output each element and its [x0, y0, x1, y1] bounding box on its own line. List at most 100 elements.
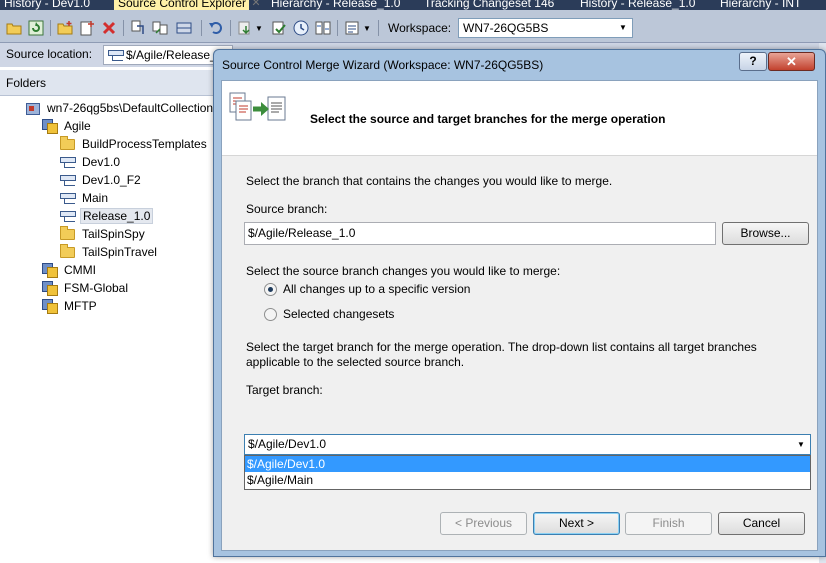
tree-item-cmmi[interactable]: CMMI — [41, 261, 98, 279]
next-button[interactable]: Next > — [533, 512, 620, 535]
tree-item-tailspintravel[interactable]: TailSpinTravel — [59, 243, 159, 261]
cancel-button[interactable]: Cancel — [718, 512, 805, 535]
source-intro-text: Select the branch that contains the chan… — [246, 174, 613, 188]
radio-button[interactable] — [264, 282, 277, 296]
get-latest-icon[interactable] — [236, 19, 254, 37]
target-branch-options: $/Agile/Dev1.0 $/Agile/Main — [244, 455, 811, 490]
shelve-icon[interactable] — [175, 19, 193, 37]
chevron-down-icon[interactable]: ▼ — [794, 437, 808, 452]
branch-icon — [59, 172, 76, 188]
branch-icon — [59, 208, 76, 224]
tree-item-label: wn7-26qg5bs\DefaultCollection — [47, 101, 214, 115]
toolbar-separator — [378, 20, 379, 36]
collection-icon — [24, 100, 40, 116]
toolbar-separator — [230, 20, 231, 36]
compare-icon[interactable] — [314, 19, 332, 37]
tree-item-tailspinspy[interactable]: TailSpinSpy — [59, 225, 147, 243]
tree-item-main[interactable]: Main — [59, 189, 110, 207]
radio-all-changes-label: All changes up to a specific version — [283, 282, 471, 296]
folders-pane-header: Folders — [0, 70, 215, 96]
tab-history-release[interactable]: History - Release_1.0 — [576, 0, 695, 10]
target-branch-value: $/Agile/Dev1.0 — [248, 437, 327, 451]
refresh-icon[interactable] — [27, 19, 45, 37]
tab-tracking-changeset[interactable]: Tracking Changeset 146 — [420, 0, 554, 10]
tab-hierarchy-int[interactable]: Hierarchy - INT — [716, 0, 801, 10]
document-tab-bar: History - Dev1.0 Source Control Explorer… — [0, 0, 826, 10]
radio-all-changes[interactable]: All changes up to a specific version — [264, 282, 470, 296]
tree-item-label: MFTP — [64, 299, 97, 313]
tree-item-agile[interactable]: Agile — [41, 117, 93, 135]
target-option-dev1[interactable]: $/Agile/Dev1.0 — [245, 456, 810, 472]
tab-close-icon[interactable]: ✕ — [249, 0, 263, 10]
branch-icon — [59, 154, 76, 170]
check-in-icon[interactable] — [270, 19, 288, 37]
tree-item-collection[interactable]: wn7-26qg5bs\DefaultCollection — [24, 99, 215, 117]
undo-icon[interactable] — [207, 19, 225, 37]
merge-wizard-dialog: Source Control Merge Wizard (Workspace: … — [213, 49, 826, 557]
merge-icon[interactable] — [151, 19, 169, 37]
dialog-title: Source Control Merge Wizard (Workspace: … — [222, 58, 544, 72]
previous-button[interactable]: < Previous — [440, 512, 527, 535]
target-branch-label: Target branch: — [246, 383, 323, 397]
tree-item-buildprocesstemplates[interactable]: BuildProcessTemplates — [59, 135, 209, 153]
radio-button[interactable] — [264, 307, 277, 321]
target-intro-line2: applicable to the selected source branch… — [246, 355, 465, 369]
branch-icon — [59, 190, 76, 206]
new-folder-icon[interactable] — [56, 19, 74, 37]
source-branch-field[interactable]: $/Agile/Release_1.0 — [244, 222, 716, 245]
tree-item-label: TailSpinSpy — [82, 227, 145, 241]
tree-item-dev1[interactable]: Dev1.0 — [59, 153, 122, 171]
target-intro-line1: Select the target branch for the merge o… — [246, 340, 757, 354]
changes-intro-text: Select the source branch changes you wou… — [246, 264, 561, 278]
workspace-select-value: WN7-26QG5BS — [463, 21, 549, 35]
toolbar-separator — [337, 20, 338, 36]
add-files-icon[interactable] — [78, 19, 96, 37]
delete-icon[interactable] — [100, 19, 118, 37]
tree-item-mftp[interactable]: MFTP — [41, 297, 99, 315]
chevron-down-icon[interactable]: ▼ — [254, 19, 264, 37]
dialog-content: Select the source and target branches fo… — [221, 80, 818, 551]
folder-icon — [59, 243, 75, 260]
close-button[interactable]: ✕ — [768, 52, 815, 71]
tree-item-label: FSM-Global — [64, 281, 129, 295]
toolbar-separator — [123, 20, 124, 36]
branch-icon[interactable] — [129, 19, 147, 37]
team-project-icon — [41, 118, 58, 134]
tree-item-label: Main — [82, 191, 109, 205]
tree-item-label: Agile — [64, 119, 91, 133]
team-project-icon — [41, 298, 58, 314]
finish-button[interactable]: Finish — [625, 512, 712, 535]
properties-icon[interactable] — [343, 19, 361, 37]
toolbar-separator — [201, 20, 202, 36]
toolbar-separator — [50, 20, 51, 36]
wizard-header-text: Select the source and target branches fo… — [310, 112, 666, 126]
tree-item-release[interactable]: Release_1.0 — [59, 207, 154, 225]
merge-wizard-icon — [224, 89, 288, 129]
source-control-toolbar: ▼ ▼ Workspace: WN7-26QG5BS ▼ — [0, 10, 826, 43]
tree-item-label: Dev1.0 — [82, 155, 121, 169]
chevron-down-icon[interactable]: ▼ — [362, 19, 372, 37]
tree-item-label: BuildProcessTemplates — [82, 137, 207, 151]
wizard-header: Select the source and target branches fo… — [222, 81, 817, 156]
chevron-down-icon[interactable]: ▼ — [616, 21, 630, 35]
help-button[interactable]: ? — [739, 52, 767, 71]
source-location-label: Source location: — [6, 47, 93, 61]
radio-selected-changesets-label: Selected changesets — [283, 307, 395, 321]
tab-hierarchy-release[interactable]: Hierarchy - Release_1.0 — [267, 0, 400, 10]
history-icon[interactable] — [292, 19, 310, 37]
tab-history-dev1[interactable]: History - Dev1.0 — [0, 0, 90, 10]
branch-icon — [108, 48, 124, 64]
team-project-icon — [41, 262, 58, 278]
source-branch-label: Source branch: — [246, 202, 328, 216]
target-option-main[interactable]: $/Agile/Main — [245, 472, 810, 488]
target-branch-dropdown[interactable]: $/Agile/Dev1.0 ▼ — [244, 434, 811, 455]
workspace-select[interactable]: WN7-26QG5BS ▼ — [458, 18, 633, 38]
tree-item-fsm-global[interactable]: FSM-Global — [41, 279, 130, 297]
tab-source-control-explorer[interactable]: Source Control Explorer — [114, 0, 249, 10]
browse-button[interactable]: Browse... — [722, 222, 809, 245]
open-folder-icon[interactable] — [5, 19, 23, 37]
folders-tree: wn7-26qg5bs\DefaultCollection Agile Buil… — [0, 96, 215, 563]
radio-selected-changesets[interactable]: Selected changesets — [264, 307, 394, 321]
tree-item-dev1-f2[interactable]: Dev1.0_F2 — [59, 171, 143, 189]
workspace-label: Workspace: — [388, 21, 452, 35]
